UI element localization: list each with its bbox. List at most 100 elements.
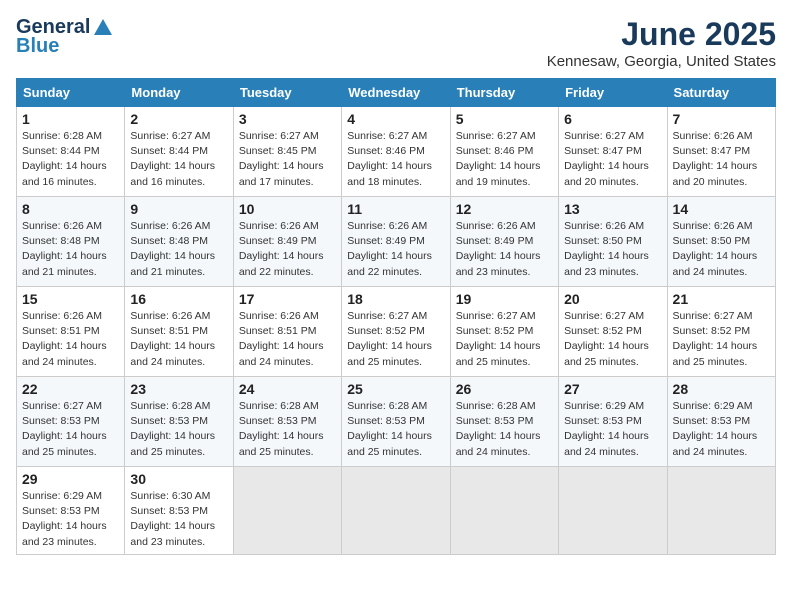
day-number: 28: [673, 381, 770, 397]
calendar-cell: 24 Sunrise: 6:28 AMSunset: 8:53 PMDaylig…: [233, 377, 341, 467]
header: General Blue June 2025 Kennesaw, Georgia…: [16, 16, 776, 70]
calendar-cell: 13 Sunrise: 6:26 AMSunset: 8:50 PMDaylig…: [559, 197, 667, 287]
day-info: Sunrise: 6:26 AMSunset: 8:51 PMDaylight:…: [22, 310, 107, 368]
calendar-cell: 18 Sunrise: 6:27 AMSunset: 8:52 PMDaylig…: [342, 287, 450, 377]
calendar-cell: 2 Sunrise: 6:27 AMSunset: 8:44 PMDayligh…: [125, 107, 233, 197]
day-number: 29: [22, 471, 119, 487]
weekday-header-sunday: Sunday: [17, 79, 125, 107]
calendar-cell: 23 Sunrise: 6:28 AMSunset: 8:53 PMDaylig…: [125, 377, 233, 467]
day-number: 18: [347, 291, 444, 307]
day-info: Sunrise: 6:30 AMSunset: 8:53 PMDaylight:…: [130, 490, 215, 548]
day-number: 10: [239, 201, 336, 217]
calendar-table: SundayMondayTuesdayWednesdayThursdayFrid…: [16, 78, 776, 555]
day-info: Sunrise: 6:28 AMSunset: 8:53 PMDaylight:…: [130, 400, 215, 458]
day-info: Sunrise: 6:28 AMSunset: 8:53 PMDaylight:…: [347, 400, 432, 458]
day-info: Sunrise: 6:26 AMSunset: 8:49 PMDaylight:…: [456, 220, 541, 278]
day-number: 3: [239, 111, 336, 127]
day-info: Sunrise: 6:26 AMSunset: 8:50 PMDaylight:…: [564, 220, 649, 278]
day-number: 27: [564, 381, 661, 397]
day-number: 5: [456, 111, 553, 127]
calendar-cell: 1 Sunrise: 6:28 AMSunset: 8:44 PMDayligh…: [17, 107, 125, 197]
day-info: Sunrise: 6:27 AMSunset: 8:52 PMDaylight:…: [673, 310, 758, 368]
day-number: 12: [456, 201, 553, 217]
day-number: 4: [347, 111, 444, 127]
day-number: 17: [239, 291, 336, 307]
day-info: Sunrise: 6:28 AMSunset: 8:53 PMDaylight:…: [239, 400, 324, 458]
calendar-cell: 12 Sunrise: 6:26 AMSunset: 8:49 PMDaylig…: [450, 197, 558, 287]
day-info: Sunrise: 6:27 AMSunset: 8:45 PMDaylight:…: [239, 130, 324, 188]
day-number: 7: [673, 111, 770, 127]
calendar-cell: 5 Sunrise: 6:27 AMSunset: 8:46 PMDayligh…: [450, 107, 558, 197]
calendar-cell: 14 Sunrise: 6:26 AMSunset: 8:50 PMDaylig…: [667, 197, 775, 287]
calendar-cell: 4 Sunrise: 6:27 AMSunset: 8:46 PMDayligh…: [342, 107, 450, 197]
calendar-cell: 29 Sunrise: 6:29 AMSunset: 8:53 PMDaylig…: [17, 467, 125, 555]
calendar-cell: [559, 467, 667, 555]
logo: General Blue: [16, 16, 114, 58]
day-info: Sunrise: 6:27 AMSunset: 8:44 PMDaylight:…: [130, 130, 215, 188]
calendar-cell: 9 Sunrise: 6:26 AMSunset: 8:48 PMDayligh…: [125, 197, 233, 287]
day-number: 6: [564, 111, 661, 127]
calendar-cell: 26 Sunrise: 6:28 AMSunset: 8:53 PMDaylig…: [450, 377, 558, 467]
day-number: 22: [22, 381, 119, 397]
weekday-header-wednesday: Wednesday: [342, 79, 450, 107]
calendar-cell: 28 Sunrise: 6:29 AMSunset: 8:53 PMDaylig…: [667, 377, 775, 467]
day-info: Sunrise: 6:27 AMSunset: 8:52 PMDaylight:…: [347, 310, 432, 368]
day-info: Sunrise: 6:26 AMSunset: 8:49 PMDaylight:…: [239, 220, 324, 278]
day-info: Sunrise: 6:28 AMSunset: 8:44 PMDaylight:…: [22, 130, 107, 188]
day-number: 9: [130, 201, 227, 217]
day-number: 1: [22, 111, 119, 127]
calendar-cell: 16 Sunrise: 6:26 AMSunset: 8:51 PMDaylig…: [125, 287, 233, 377]
day-info: Sunrise: 6:26 AMSunset: 8:48 PMDaylight:…: [130, 220, 215, 278]
day-info: Sunrise: 6:28 AMSunset: 8:53 PMDaylight:…: [456, 400, 541, 458]
day-number: 16: [130, 291, 227, 307]
logo-blue: Blue: [16, 35, 59, 58]
calendar-cell: 15 Sunrise: 6:26 AMSunset: 8:51 PMDaylig…: [17, 287, 125, 377]
weekday-header-thursday: Thursday: [450, 79, 558, 107]
location-title: Kennesaw, Georgia, United States: [547, 53, 776, 70]
day-info: Sunrise: 6:27 AMSunset: 8:47 PMDaylight:…: [564, 130, 649, 188]
weekday-header-friday: Friday: [559, 79, 667, 107]
day-number: 14: [673, 201, 770, 217]
calendar-cell: 19 Sunrise: 6:27 AMSunset: 8:52 PMDaylig…: [450, 287, 558, 377]
calendar-cell: 11 Sunrise: 6:26 AMSunset: 8:49 PMDaylig…: [342, 197, 450, 287]
day-number: 26: [456, 381, 553, 397]
calendar-cell: 22 Sunrise: 6:27 AMSunset: 8:53 PMDaylig…: [17, 377, 125, 467]
calendar-cell: 27 Sunrise: 6:29 AMSunset: 8:53 PMDaylig…: [559, 377, 667, 467]
day-number: 15: [22, 291, 119, 307]
day-info: Sunrise: 6:29 AMSunset: 8:53 PMDaylight:…: [22, 490, 107, 548]
day-number: 23: [130, 381, 227, 397]
calendar-cell: 3 Sunrise: 6:27 AMSunset: 8:45 PMDayligh…: [233, 107, 341, 197]
day-info: Sunrise: 6:29 AMSunset: 8:53 PMDaylight:…: [564, 400, 649, 458]
day-info: Sunrise: 6:26 AMSunset: 8:50 PMDaylight:…: [673, 220, 758, 278]
weekday-header-saturday: Saturday: [667, 79, 775, 107]
day-info: Sunrise: 6:26 AMSunset: 8:49 PMDaylight:…: [347, 220, 432, 278]
day-info: Sunrise: 6:27 AMSunset: 8:52 PMDaylight:…: [564, 310, 649, 368]
day-info: Sunrise: 6:29 AMSunset: 8:53 PMDaylight:…: [673, 400, 758, 458]
day-info: Sunrise: 6:27 AMSunset: 8:46 PMDaylight:…: [347, 130, 432, 188]
day-info: Sunrise: 6:27 AMSunset: 8:53 PMDaylight:…: [22, 400, 107, 458]
day-number: 25: [347, 381, 444, 397]
calendar-week-row: 15 Sunrise: 6:26 AMSunset: 8:51 PMDaylig…: [17, 287, 776, 377]
logo-icon: [92, 17, 114, 39]
calendar-cell: 8 Sunrise: 6:26 AMSunset: 8:48 PMDayligh…: [17, 197, 125, 287]
calendar-week-row: 1 Sunrise: 6:28 AMSunset: 8:44 PMDayligh…: [17, 107, 776, 197]
calendar-cell: 10 Sunrise: 6:26 AMSunset: 8:49 PMDaylig…: [233, 197, 341, 287]
day-number: 21: [673, 291, 770, 307]
weekday-header-row: SundayMondayTuesdayWednesdayThursdayFrid…: [17, 79, 776, 107]
calendar-week-row: 8 Sunrise: 6:26 AMSunset: 8:48 PMDayligh…: [17, 197, 776, 287]
calendar-cell: 21 Sunrise: 6:27 AMSunset: 8:52 PMDaylig…: [667, 287, 775, 377]
day-info: Sunrise: 6:26 AMSunset: 8:51 PMDaylight:…: [130, 310, 215, 368]
calendar-cell: 20 Sunrise: 6:27 AMSunset: 8:52 PMDaylig…: [559, 287, 667, 377]
title-area: June 2025 Kennesaw, Georgia, United Stat…: [547, 16, 776, 70]
day-number: 2: [130, 111, 227, 127]
day-number: 8: [22, 201, 119, 217]
day-number: 30: [130, 471, 227, 487]
weekday-header-monday: Monday: [125, 79, 233, 107]
day-number: 20: [564, 291, 661, 307]
day-info: Sunrise: 6:27 AMSunset: 8:46 PMDaylight:…: [456, 130, 541, 188]
calendar-cell: 7 Sunrise: 6:26 AMSunset: 8:47 PMDayligh…: [667, 107, 775, 197]
day-info: Sunrise: 6:27 AMSunset: 8:52 PMDaylight:…: [456, 310, 541, 368]
calendar-week-row: 29 Sunrise: 6:29 AMSunset: 8:53 PMDaylig…: [17, 467, 776, 555]
weekday-header-tuesday: Tuesday: [233, 79, 341, 107]
day-number: 24: [239, 381, 336, 397]
